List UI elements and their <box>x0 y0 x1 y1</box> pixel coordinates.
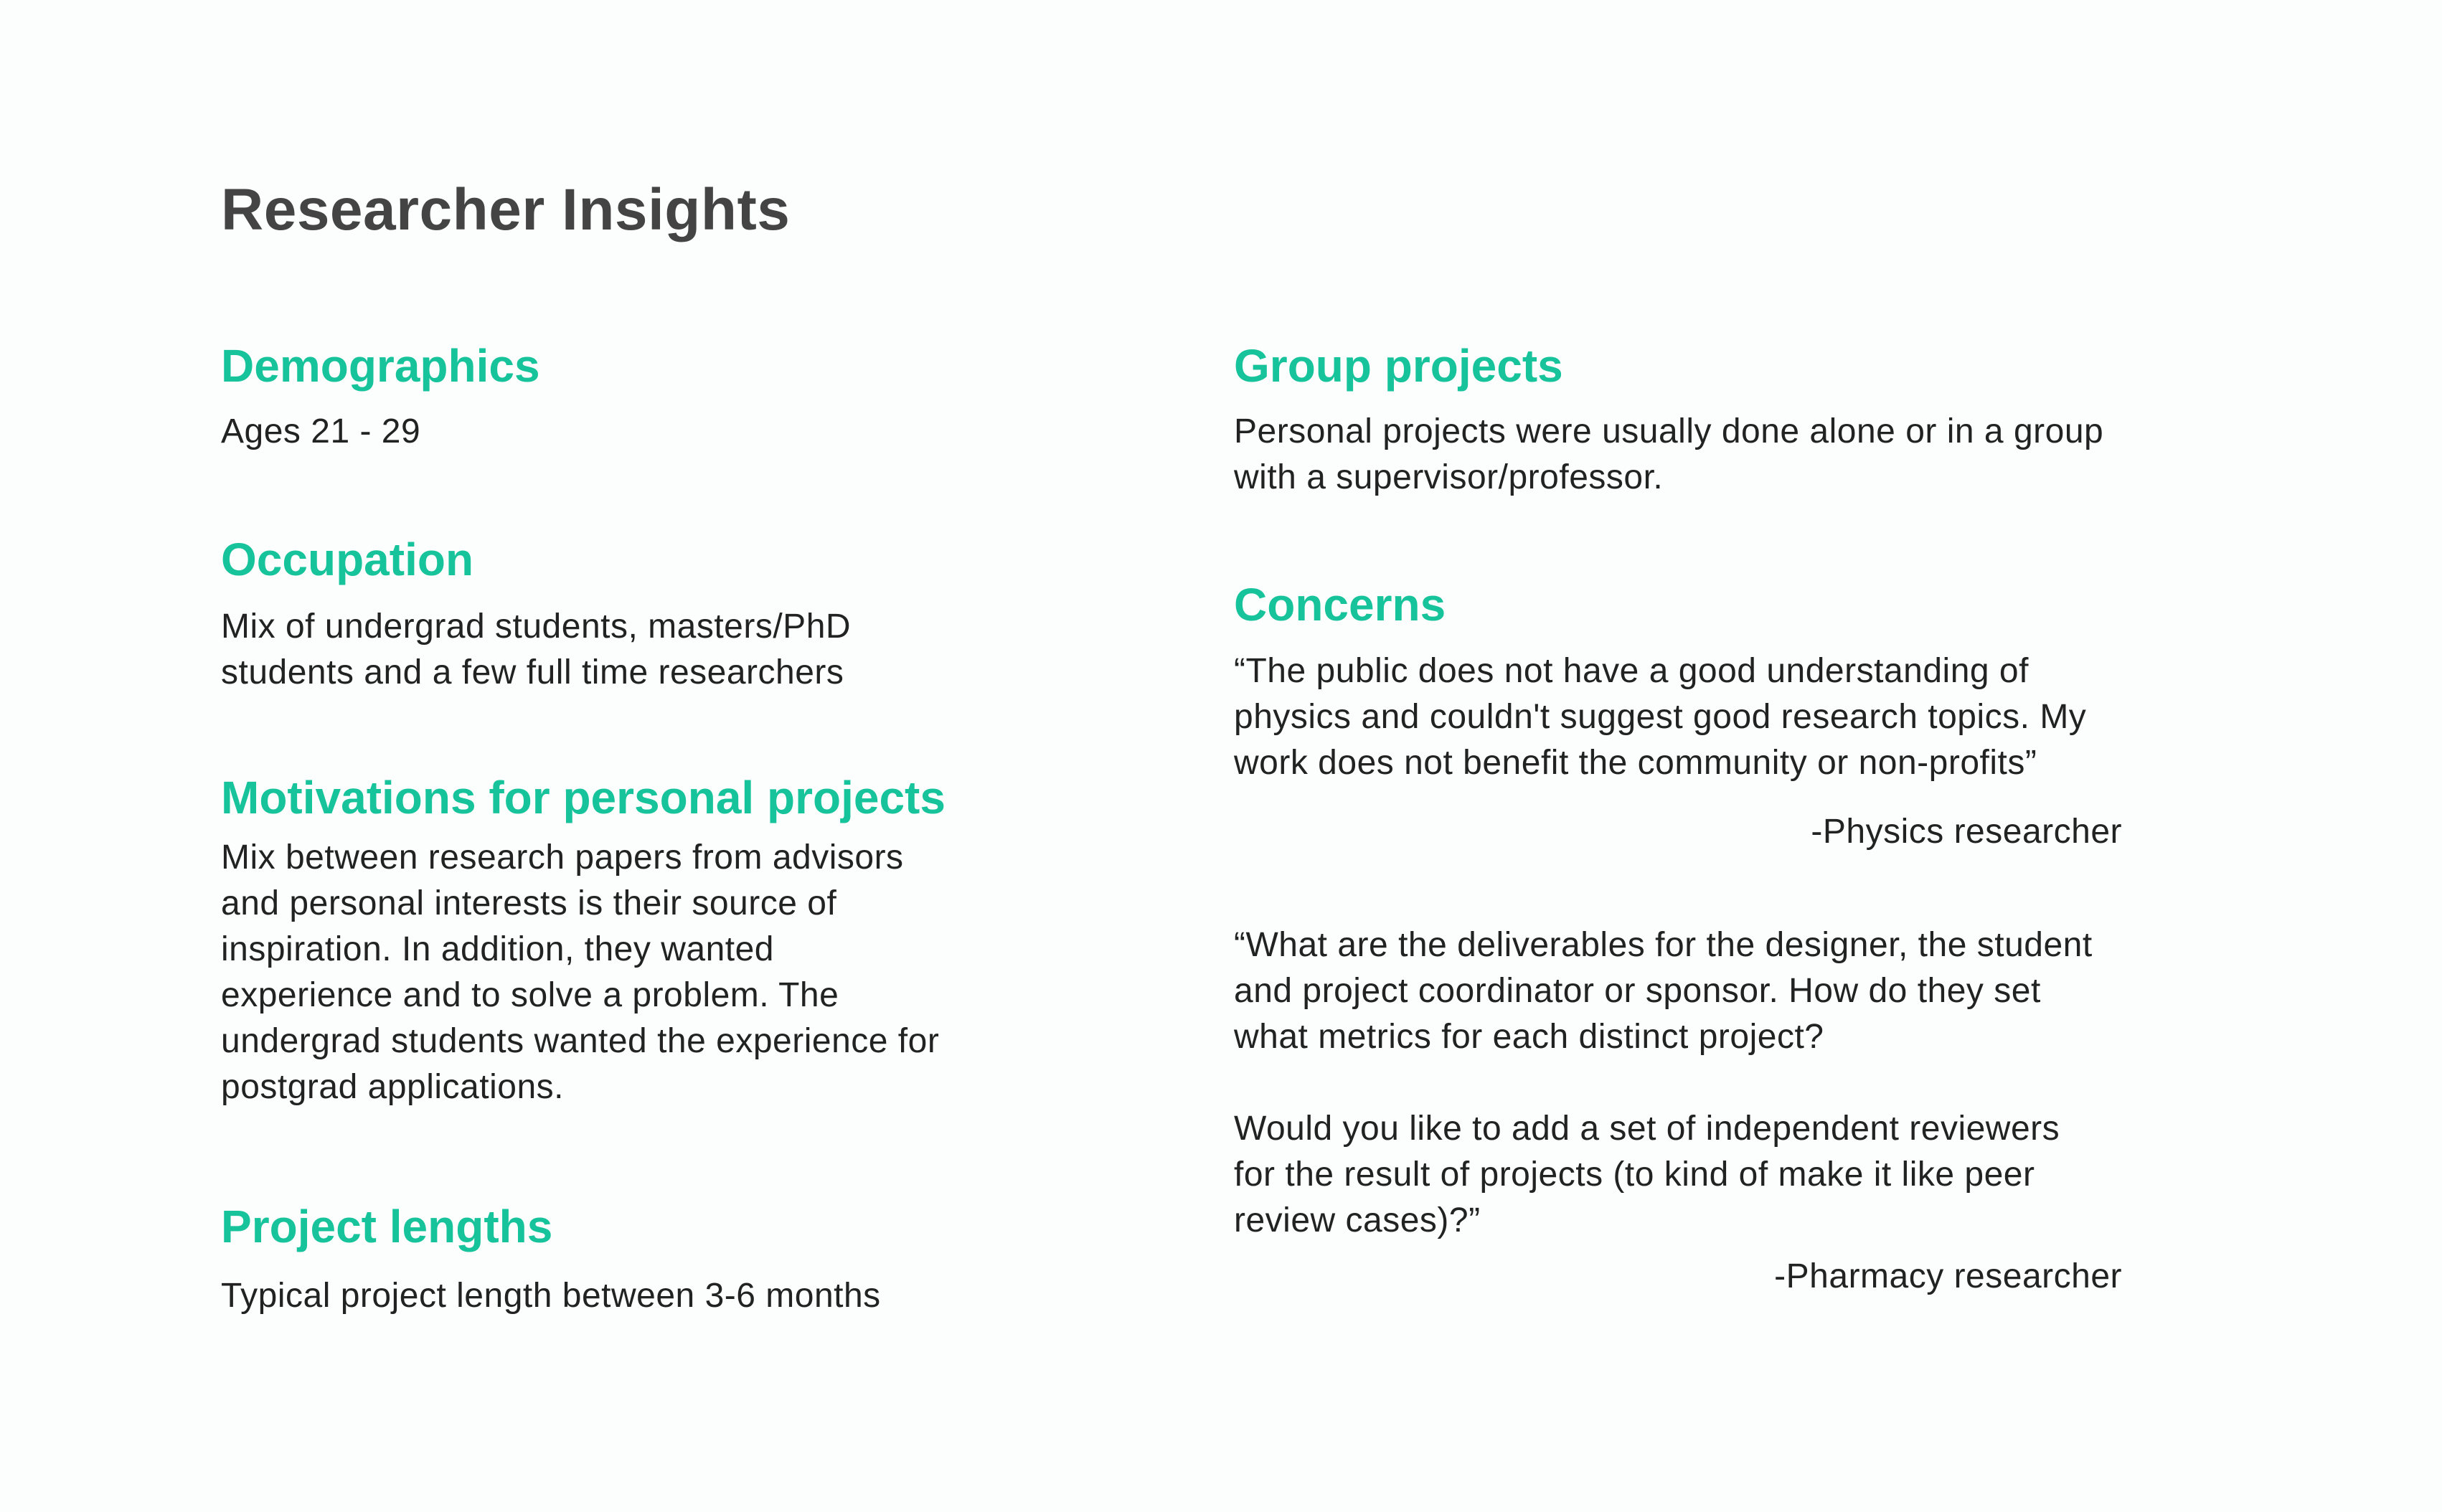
project-lengths-text: Typical project length between 3-6 month… <box>221 1277 881 1315</box>
occupation-text: Mix of undergrad students, masters/PhD s… <box>221 608 852 691</box>
group-projects-heading: Group projects <box>1234 340 1563 392</box>
pharmacy-attribution: -Pharmacy researcher <box>1774 1257 2122 1295</box>
physics-quote: “The public does not have a good underst… <box>1234 652 2087 782</box>
occupation-heading: Occupation <box>221 534 474 585</box>
pharmacy-quote: “What are the deliverables for the desig… <box>1234 926 2093 1239</box>
demographics-text: Ages 21 - 29 <box>221 412 421 450</box>
motivations-heading: Motivations for personal projects <box>221 772 946 823</box>
physics-attribution: -Physics researcher <box>1811 813 2122 851</box>
page-title: Researcher Insights <box>221 177 791 242</box>
concerns-heading: Concerns <box>1234 579 1446 630</box>
project-lengths-heading: Project lengths <box>221 1201 553 1252</box>
motivations-text: Mix between research papers from advisor… <box>221 838 940 1106</box>
group-projects-text: Personal projects were usually done alon… <box>1234 412 2104 496</box>
demographics-heading: Demographics <box>221 340 540 392</box>
